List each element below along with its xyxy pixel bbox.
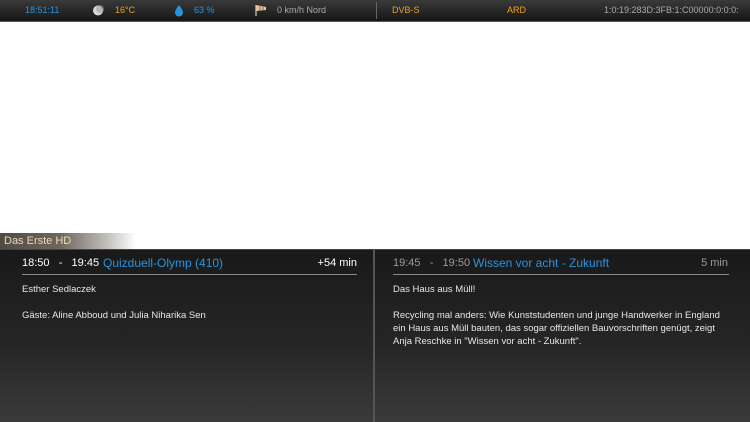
- next-duration: 5 min: [701, 257, 728, 269]
- next-title: Wissen vor acht - Zukunft: [473, 256, 610, 270]
- now-short-description: Esther Sedlaczek: [22, 284, 96, 295]
- status-separator: [376, 2, 377, 19]
- service-reference: 1:0:19:283D:3FB:1:C00000:0:0:0:: [604, 5, 739, 15]
- next-description: Recycling mal anders: Wie Kunststudenten…: [393, 310, 720, 347]
- windsock-icon: [254, 0, 268, 21]
- time-separator: -: [52, 257, 69, 269]
- channel-name: Das Erste HD: [0, 233, 136, 249]
- status-bar: 18:51:11 16°C 63 % 0 km/h Nord DVB-S ARD…: [0, 0, 750, 22]
- wind: 0 km/h Nord: [277, 5, 327, 15]
- water-drop-icon: [174, 0, 184, 21]
- next-short-description: Das Haus aus Müll!: [393, 284, 476, 295]
- tuner-type: DVB-S: [392, 5, 420, 15]
- now-end-time: 19:45: [71, 257, 100, 269]
- now-description: Gäste: Aline Abboud und Julia Niharika S…: [22, 310, 206, 321]
- next-end-time: 19:50: [442, 257, 471, 269]
- clock: 18:51:11: [25, 5, 60, 15]
- next-divider: [393, 274, 729, 275]
- now-start-time: 18:50: [22, 257, 50, 269]
- now-remaining: +54 min: [317, 257, 357, 269]
- temperature: 16°C: [115, 5, 136, 15]
- next-start-time: 19:45: [393, 257, 421, 269]
- now-divider: [22, 274, 357, 275]
- now-title: Quizduell-Olymp (410): [103, 256, 224, 270]
- time-separator: -: [423, 257, 440, 269]
- provider: ARD: [507, 5, 527, 15]
- humidity: 63 %: [194, 5, 215, 15]
- moon-icon: [91, 0, 105, 21]
- epg-now-panel: 18:50 - 19:45 Quizduell-Olymp (410) +54 …: [0, 249, 373, 422]
- epg-next-panel: 19:45 - 19:50 Wissen vor acht - Zukunft …: [375, 249, 750, 422]
